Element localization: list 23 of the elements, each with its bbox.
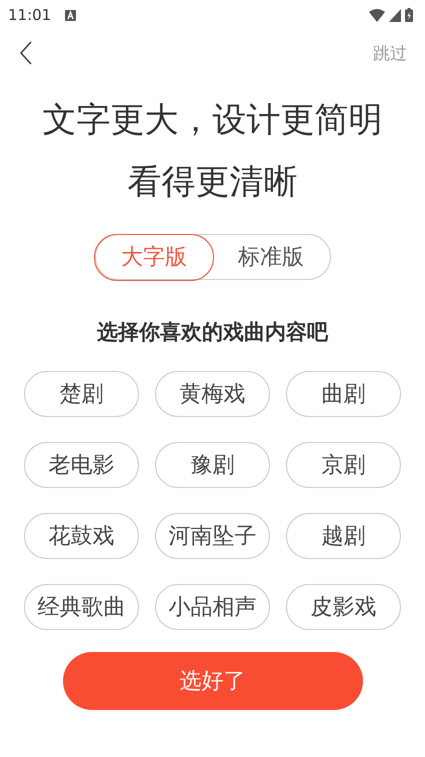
genre-tag[interactable]: 京剧 — [286, 442, 401, 488]
genre-tag[interactable]: 皮影戏 — [286, 584, 401, 630]
genre-tag[interactable]: 河南坠子 — [155, 513, 270, 559]
headline: 看得更清晰 — [128, 161, 298, 204]
back-icon — [20, 41, 32, 65]
genre-tag[interactable]: 经典歌曲 — [24, 584, 139, 630]
mode-tab[interactable]: 标准版 — [211, 234, 331, 280]
genre-tag[interactable]: 小品相声 — [155, 584, 270, 630]
headline: 文字更大，设计更简明 — [42, 99, 382, 142]
genre-tag[interactable]: 花鼓戏 — [24, 513, 139, 559]
genre-tag[interactable]: 豫剧 — [155, 442, 270, 488]
wifi-icon — [369, 8, 385, 22]
signal-icon — [389, 8, 401, 22]
prompt-title: 选择你喜欢的戏曲内容吧 — [96, 319, 330, 346]
genre-tag[interactable]: 老电影 — [24, 442, 139, 488]
status-time: 11:01 — [8, 6, 52, 24]
genre-tag[interactable]: 黄梅戏 — [155, 371, 270, 417]
genre-tag[interactable]: 越剧 — [286, 513, 401, 559]
back-button[interactable] — [20, 41, 32, 65]
genre-tag[interactable]: 曲剧 — [286, 371, 401, 417]
genre-tag[interactable]: 楚剧 — [24, 371, 139, 417]
battery-icon — [405, 8, 413, 22]
notification-icon — [65, 10, 76, 20]
